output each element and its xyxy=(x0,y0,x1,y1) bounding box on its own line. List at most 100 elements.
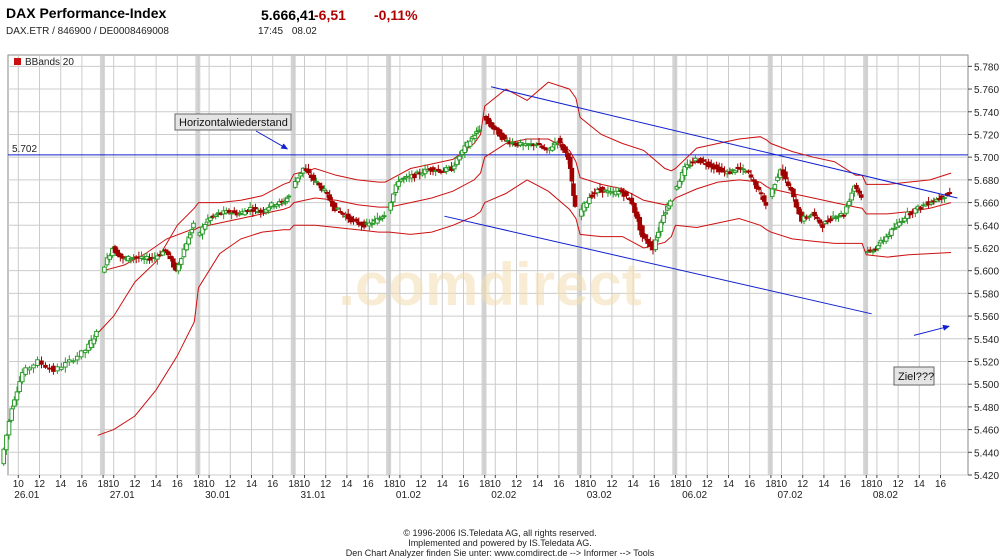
x-tick-label: 14 xyxy=(437,479,449,490)
x-tick-label: 12 xyxy=(416,479,428,490)
y-tick-label: 5.720 xyxy=(974,130,999,141)
candle-down xyxy=(51,365,56,372)
candle-up xyxy=(102,266,107,273)
candle-up xyxy=(286,195,292,198)
candle-up xyxy=(390,193,396,203)
x-tick-label: 12 xyxy=(129,479,141,490)
price-change-pct: -0,11% xyxy=(374,7,418,23)
x-tick-label: 16 xyxy=(267,479,279,490)
candle-down xyxy=(820,224,825,228)
annotation-text-target: Ziel??? xyxy=(898,371,934,383)
candle-up xyxy=(229,212,234,215)
candle-up xyxy=(677,180,682,188)
resistance-label: 5.702 xyxy=(12,144,37,155)
y-tick-label: 5.680 xyxy=(974,176,999,187)
candle-up xyxy=(213,214,219,218)
candle-up xyxy=(870,250,876,253)
candle-up xyxy=(891,227,897,230)
candle-down xyxy=(163,249,168,252)
y-tick-label: 5.420 xyxy=(974,471,999,482)
candle-down xyxy=(858,194,864,198)
candle-down xyxy=(226,209,232,213)
x-tick-label: 16 xyxy=(172,479,184,490)
candle-down xyxy=(756,186,762,190)
candle-down xyxy=(147,258,152,261)
y-tick-label: 5.620 xyxy=(974,244,999,255)
quote-time: 17:45 08.02 xyxy=(258,26,317,37)
last-price: 5.666,41 xyxy=(261,7,316,23)
candle-up xyxy=(381,215,387,218)
candle-down xyxy=(751,179,756,182)
candle-down xyxy=(629,197,635,205)
candle-up xyxy=(369,222,375,225)
y-tick-label: 5.780 xyxy=(974,62,999,73)
candle-down xyxy=(572,195,578,207)
y-tick-label: 5.440 xyxy=(974,448,999,459)
footer-analyzer-link: Den Chart Analyzer finden Sie unter: www… xyxy=(345,548,655,558)
candle-up xyxy=(78,350,84,358)
candle-down xyxy=(918,207,923,210)
candle-up xyxy=(457,155,462,161)
x-tick-label: 14 xyxy=(341,479,353,490)
x-tick-label: 10 xyxy=(108,479,120,490)
candle-up xyxy=(889,228,894,236)
candle-up xyxy=(14,391,20,401)
candle-down xyxy=(746,170,751,173)
candle-up xyxy=(35,359,40,367)
candle-down xyxy=(632,202,637,213)
candle-up xyxy=(31,364,36,369)
candle-down xyxy=(250,209,256,212)
x-day-label: 31.01 xyxy=(301,490,326,501)
candle-up xyxy=(398,178,404,182)
candle-up xyxy=(155,255,160,260)
candle-down xyxy=(340,212,346,215)
x-tick-label: 16 xyxy=(76,479,88,490)
candle-down xyxy=(793,199,799,208)
x-tick-label: 12 xyxy=(606,479,618,490)
candle-down xyxy=(857,190,862,194)
x-tick-label: 14 xyxy=(723,479,735,490)
x-tick-label: 16 xyxy=(458,479,470,490)
candle-down xyxy=(502,134,507,140)
chart-header: DAX Performance-Index DAX.ETR / 846900 /… xyxy=(6,5,996,39)
candle-up xyxy=(266,207,272,211)
candle-down xyxy=(39,360,44,365)
candle-down xyxy=(589,194,595,198)
session-separator xyxy=(767,56,773,475)
candle-up xyxy=(322,188,327,192)
x-tick-label: 10 xyxy=(490,479,502,490)
legend-bbands: BBands 20 xyxy=(25,57,74,68)
x-tick-label: 14 xyxy=(151,479,163,490)
watermark-logo: .comdirect xyxy=(338,251,641,318)
y-tick-label: 5.520 xyxy=(974,357,999,368)
candle-up xyxy=(27,367,32,371)
candle-down xyxy=(557,137,563,144)
candle-up xyxy=(472,135,478,139)
symbol-line: DAX.ETR / 846900 / DE0008469008 xyxy=(6,26,169,37)
candle-down xyxy=(907,213,913,216)
x-tick-label: 10 xyxy=(394,479,406,490)
candle-up xyxy=(849,192,855,201)
x-day-label: 27.01 xyxy=(110,490,135,501)
price-change: -6,51 xyxy=(314,7,346,23)
candle-up xyxy=(732,170,738,174)
candle-up xyxy=(178,258,184,265)
x-day-label: 30.01 xyxy=(205,490,230,501)
x-tick-label: 12 xyxy=(225,479,237,490)
y-tick-label: 5.760 xyxy=(974,85,999,96)
y-tick-label: 5.700 xyxy=(974,153,999,164)
candle-up xyxy=(668,200,673,207)
candle-down xyxy=(701,159,706,162)
candle-up xyxy=(836,215,841,218)
candle-up xyxy=(12,399,17,407)
x-tick-label: 12 xyxy=(893,479,905,490)
candle-down xyxy=(642,234,648,239)
candle-down xyxy=(763,202,769,206)
session-separator xyxy=(99,56,105,475)
candle-down xyxy=(791,188,796,198)
candle-down xyxy=(231,210,237,213)
candle-up xyxy=(844,206,849,214)
x-day-label: 03.02 xyxy=(587,490,612,501)
candle-down xyxy=(719,167,725,172)
footer-implemented: Implemented and powered by IS.Teledata A… xyxy=(408,538,592,548)
